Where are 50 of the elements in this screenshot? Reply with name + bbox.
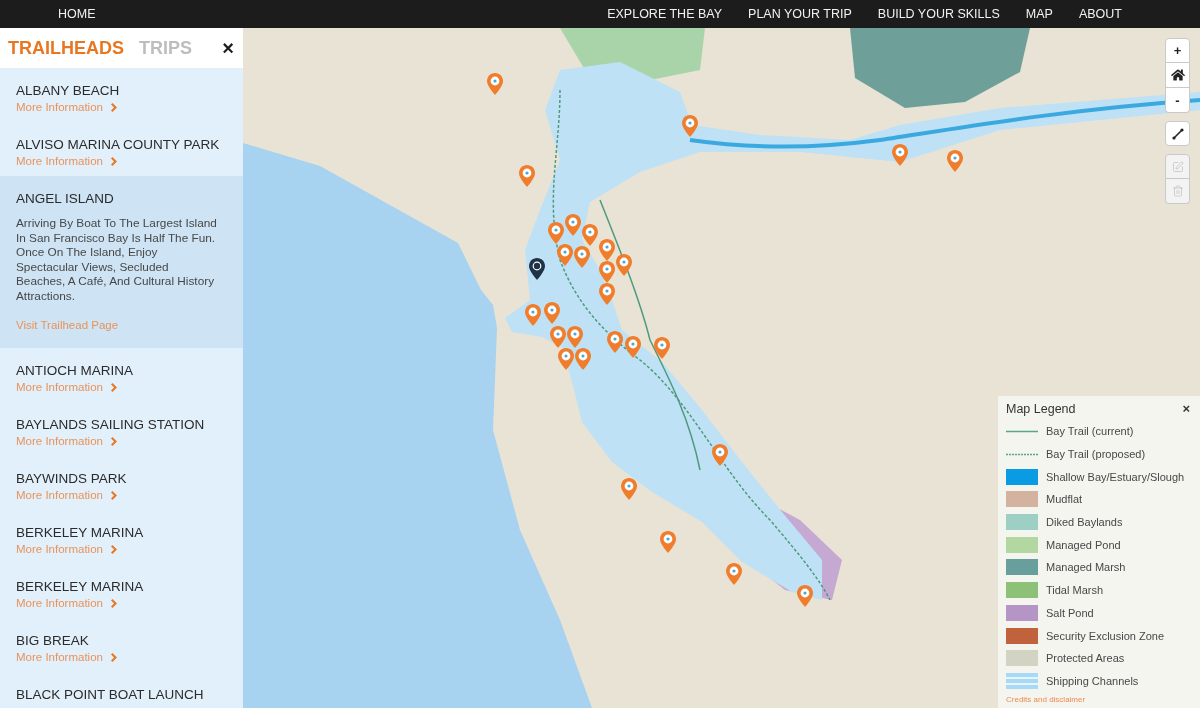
- nav-link[interactable]: PLAN YOUR TRIP: [748, 6, 852, 22]
- trailhead-name: BERKELEY MARINA: [16, 578, 144, 595]
- trailhead-name: BAYLANDS SAILING STATION: [16, 416, 205, 433]
- trailhead-name: BLACK POINT BOAT LAUNCH: [16, 686, 204, 703]
- zoom-in-button[interactable]: +: [1165, 38, 1190, 63]
- chevron-right-icon: [110, 544, 117, 554]
- home-link[interactable]: HOME: [58, 6, 96, 22]
- trailhead-item[interactable]: [0, 176, 243, 348]
- legend-label: Security Exclusion Zone: [1046, 629, 1164, 642]
- legend-label: Protected Areas: [1046, 652, 1125, 665]
- trailhead-name: ANTIOCH MARINA: [16, 362, 133, 379]
- trailhead-name: ANGEL ISLAND: [16, 191, 114, 207]
- trash-icon: [1171, 185, 1184, 197]
- chevron-right-icon: [110, 103, 117, 112]
- legend-label: Shallow Bay/Estuary/Slough: [1046, 470, 1185, 483]
- trailhead-name: BERKELEY MARINA: [16, 524, 144, 541]
- legend-label: Mudflat: [1046, 493, 1083, 506]
- nav-link[interactable]: BUILD YOUR SKILLS: [877, 6, 1000, 22]
- diagonal-line-icon: [1171, 127, 1184, 140]
- zoom-out-button[interactable]: -: [1165, 88, 1190, 113]
- nav-link[interactable]: EXPLORE THE BAY: [607, 6, 723, 22]
- trailhead-description: Arriving By Boat To The Largest Island In San Francisco Bay Is Half The Fun. Once On The Island, Enjoy Spectacular Views, Secluded Beaches, A Café, And Cultural History Attractions.: [16, 216, 218, 304]
- legend-label: Salt Pond: [1046, 606, 1094, 619]
- edit-icon: [1171, 160, 1184, 173]
- legend-label: Tidal Marsh: [1046, 584, 1104, 597]
- legend-title: Map Legend: [1006, 401, 1076, 416]
- chevron-right-icon: [110, 436, 117, 446]
- chevron-right-icon: [110, 382, 117, 392]
- chevron-right-icon: [110, 598, 117, 608]
- legend-label: Shipping Channels: [1046, 674, 1139, 687]
- trailhead-name: BIG BREAK: [16, 632, 89, 649]
- legend-label: Bay Trail (proposed): [1046, 448, 1146, 461]
- home-button[interactable]: [1165, 63, 1190, 88]
- legend-close-button[interactable]: ×: [1182, 401, 1192, 416]
- legend-label: Managed Pond: [1046, 538, 1121, 551]
- home-icon: [1170, 68, 1185, 82]
- nav-link[interactable]: ABOUT: [1078, 6, 1122, 22]
- legend-label: Diked Baylands: [1046, 516, 1123, 529]
- map-pin-icon[interactable]: [529, 258, 545, 280]
- legend-label: Bay Trail (current): [1046, 425, 1134, 438]
- trailhead-name: ALVISO MARINA COUNTY PARK: [16, 137, 220, 153]
- close-button[interactable]: ×: [222, 38, 234, 58]
- chevron-right-icon: [110, 157, 117, 166]
- nav-link[interactable]: MAP: [1025, 6, 1053, 22]
- trailhead-name: ALBANY BEACH: [16, 83, 120, 99]
- chevron-right-icon: [110, 652, 117, 662]
- legend-label: Managed Marsh: [1046, 561, 1126, 574]
- draw-line-button[interactable]: [1165, 121, 1190, 146]
- chevron-right-icon: [110, 490, 117, 500]
- trailhead-name: BAYWINDS PARK: [16, 470, 127, 487]
